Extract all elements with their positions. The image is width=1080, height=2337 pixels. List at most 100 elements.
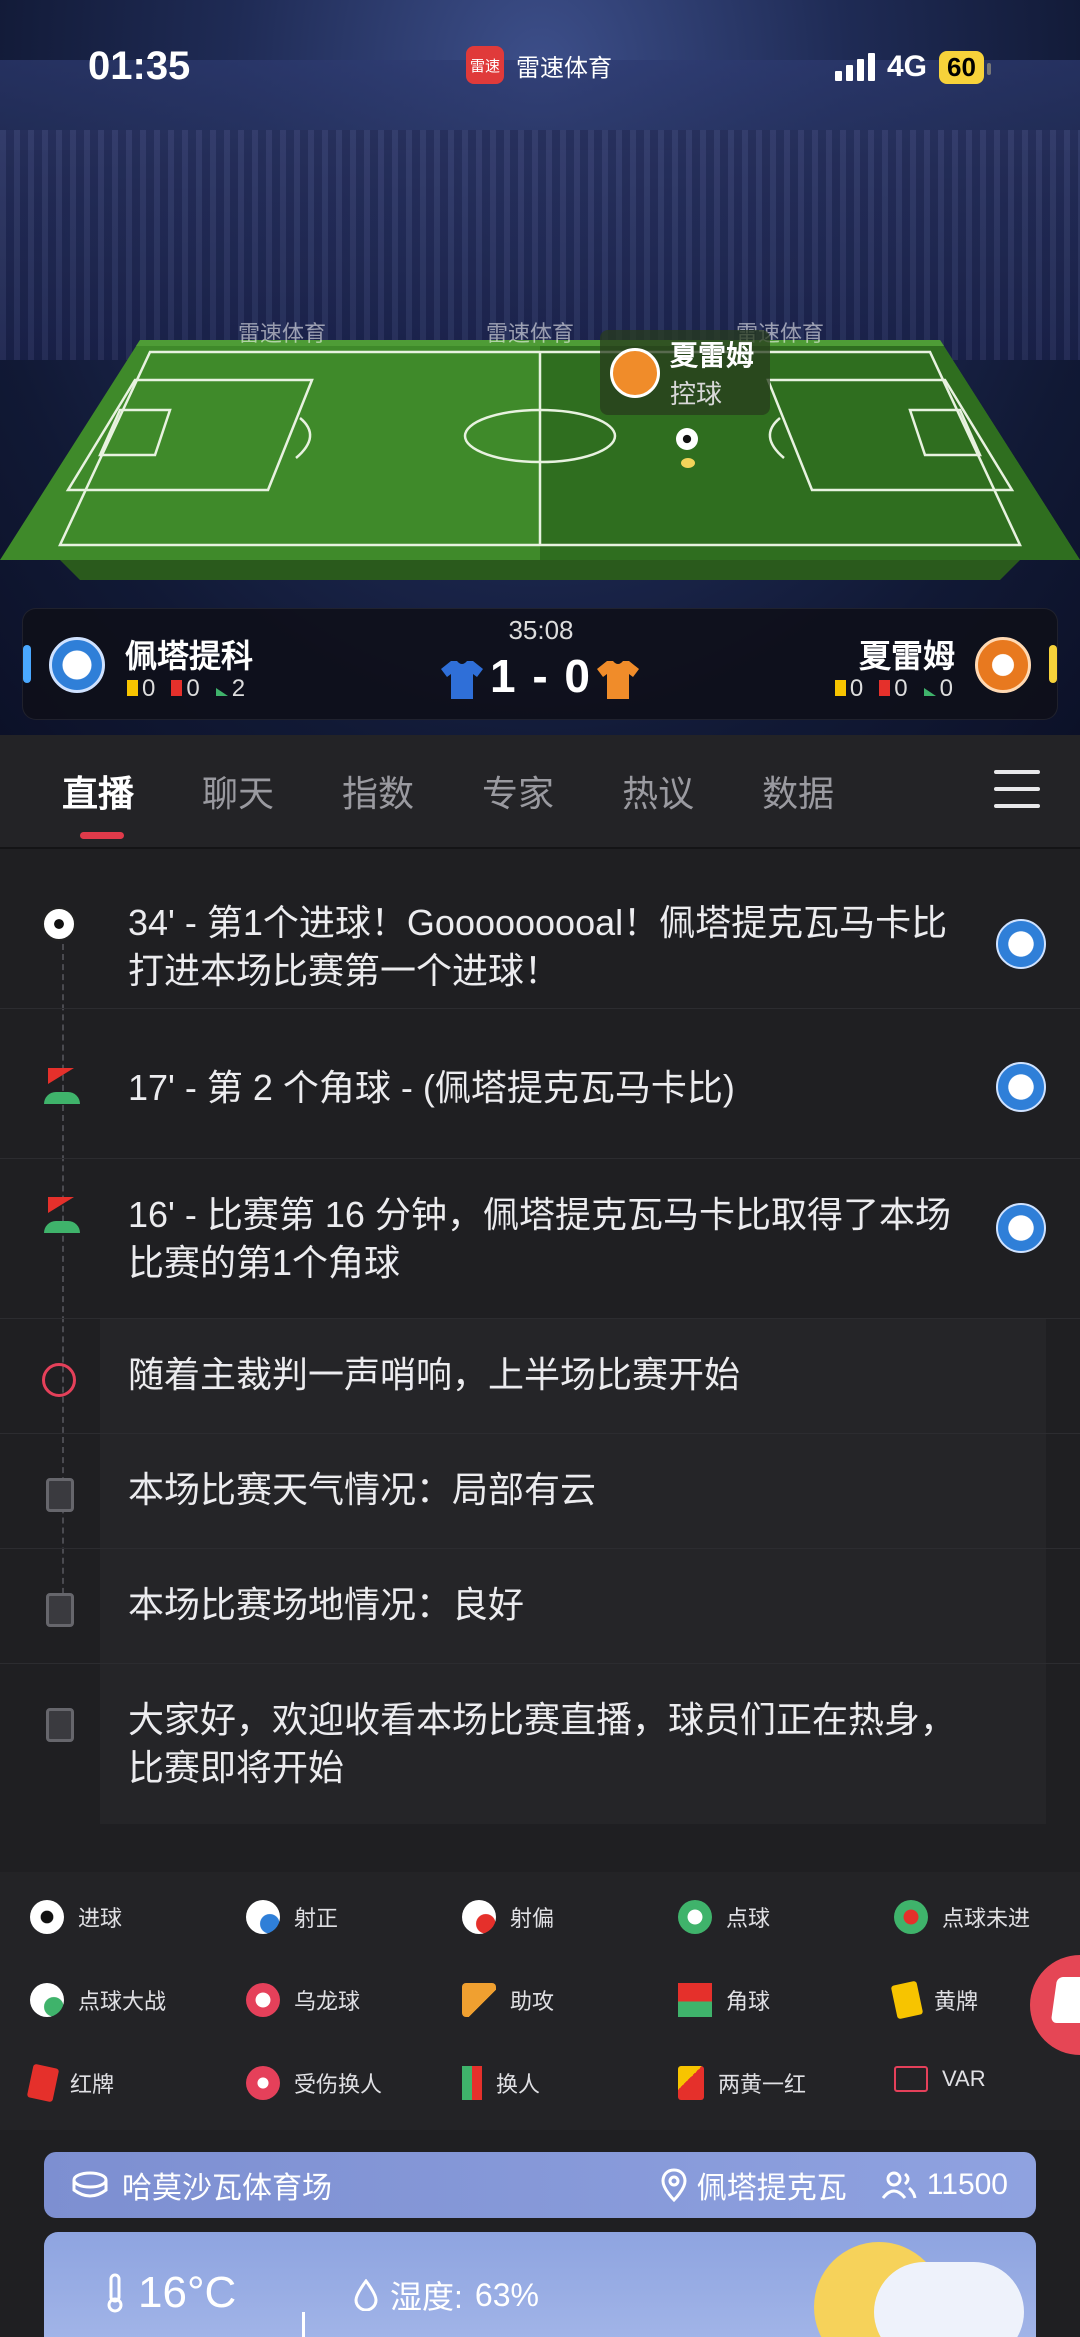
event-text: 16' - 比赛第 16 分钟，佩塔提克瓦马卡比取得了本场比赛的第1个角球 <box>128 1194 951 1283</box>
legend-shot-off-target: 射偏 <box>462 1900 554 1934</box>
event-item: 本场比赛天气情况：局部有云 <box>0 1434 1080 1549</box>
event-text: 34' - 第1个进球！Gooooooooal！佩塔提克瓦马卡比打进本场比赛第一… <box>128 902 948 991</box>
event-item: 34' - 第1个进球！Gooooooooal！佩塔提克瓦马卡比打进本场比赛第一… <box>0 889 1080 1009</box>
venue-stadium: 哈莫沙瓦体育场 <box>72 2163 332 2207</box>
event-text: 本场比赛场地情况：良好 <box>128 1584 525 1625</box>
status-app: 雷速 雷速体育 <box>466 46 612 84</box>
event-item: 17' - 第 2 个角球 - (佩塔提克瓦马卡比) <box>0 1024 1080 1159</box>
battery-icon: 60 <box>939 50 991 84</box>
venue-bar: 哈莫沙瓦体育场 佩塔提克瓦 11500 <box>44 2152 1036 2218</box>
away-yellow: 0 <box>834 675 863 703</box>
weather-humidity: 湿度: 63% <box>354 2272 539 2318</box>
event-item: 16' - 比赛第 16 分钟，佩塔提克瓦马卡比取得了本场比赛的第1个角球 <box>0 1159 1080 1319</box>
event-item: 大家好，欢迎收看本场比赛直播，球员们正在热身，比赛即将开始 <box>0 1664 1080 1824</box>
pen-icon <box>1050 1977 1080 2023</box>
clipboard-icon <box>46 1478 74 1512</box>
away-shirt-icon <box>597 661 639 699</box>
tab-odds[interactable]: 指数 <box>342 765 414 817</box>
weather-divider <box>302 2312 305 2337</box>
legend-goal: 进球 <box>30 1900 122 1934</box>
legend-shot-on-target: 射正 <box>246 1900 338 1934</box>
tab-chat[interactable]: 聊天 <box>202 765 274 817</box>
tab-experts[interactable]: 专家 <box>482 765 554 817</box>
second-yellow-icon <box>678 2066 704 2100</box>
cloud-icon <box>874 2262 1024 2337</box>
injury-sub-icon <box>246 2066 280 2100</box>
shot-on-target-icon <box>246 1900 280 1934</box>
event-item: 本场比赛场地情况：良好 <box>0 1549 1080 1664</box>
away-corners: 0 <box>923 675 953 703</box>
legend-assist: 助攻 <box>462 1983 554 2017</box>
legend-own-goal: 乌龙球 <box>246 1983 360 2017</box>
goal-icon <box>30 1900 64 1934</box>
assist-icon <box>462 1983 496 2017</box>
tab-stats[interactable]: 数据 <box>762 765 834 817</box>
event-text: 大家好，欢迎收看本场比赛直播，球员们正在热身，比赛即将开始 <box>128 1699 957 1788</box>
away-team-stats: 0 0 0 <box>834 675 953 703</box>
ball-marker <box>681 458 695 468</box>
event-item: 随着主裁判一声哨响，上半场比赛开始 <box>0 1319 1080 1434</box>
status-app-name: 雷速体育 <box>516 54 612 82</box>
ad-board-1: 雷速体育 <box>238 321 327 346</box>
corner-icon <box>44 1197 80 1233</box>
event-legend: 进球 射正 射偏 点球 点球未进 点球大战 乌龙球 助攻 角球 黄牌 红牌 受伤… <box>0 1872 1080 2130</box>
network-type: 4G <box>887 50 928 83</box>
location-icon <box>661 2168 687 2202</box>
possession-team: 夏雷姆 <box>670 340 755 371</box>
legend-injury-sub: 受伤换人 <box>246 2066 382 2100</box>
goal-icon <box>42 907 76 941</box>
corner-icon <box>44 1068 80 1104</box>
possession-text: 夏雷姆 控球 <box>670 334 754 411</box>
legend-corner: 角球 <box>678 1983 770 2017</box>
event-text: 随着主裁判一声哨响，上半场比赛开始 <box>128 1354 741 1395</box>
var-icon <box>894 2066 928 2092</box>
match-live-page: 雷速体育 雷速体育 雷速体育 01:35 雷速 雷速体育 4G 60 夏雷姆 控… <box>0 0 1080 2337</box>
stadium-icon <box>72 2171 108 2198</box>
away-team-badge-icon <box>975 637 1031 693</box>
ball-icon <box>676 428 698 450</box>
clipboard-icon <box>46 1708 74 1742</box>
legend-second-yellow: 两黄一红 <box>678 2066 806 2100</box>
home-team-badge-icon <box>996 919 1046 969</box>
venue-details: 佩塔提克瓦 11500 <box>661 2163 1008 2207</box>
legend-penalty-shootout: 点球大战 <box>30 1983 166 2017</box>
home-team-badge-icon <box>996 1203 1046 1253</box>
red-card-icon <box>26 2063 60 2103</box>
tab-discussion[interactable]: 热议 <box>622 765 694 817</box>
penalty-missed-icon <box>894 1900 928 1934</box>
possession-tag: 夏雷姆 控球 <box>600 330 770 415</box>
stadium-header: 雷速体育 雷速体育 雷速体育 01:35 雷速 雷速体育 4G 60 夏雷姆 控… <box>0 0 1080 735</box>
shot-off-target-icon <box>462 1900 496 1934</box>
corner-icon <box>678 1983 712 2017</box>
whistle-icon <box>42 1363 76 1397</box>
penalty-shootout-icon <box>30 1983 64 2017</box>
own-goal-icon <box>246 1983 280 2017</box>
thermometer-icon <box>107 2273 123 2313</box>
home-team-badge-icon <box>996 1062 1046 1112</box>
venue-city: 佩塔提克瓦 <box>661 2163 847 2207</box>
away-red: 0 <box>879 675 908 703</box>
live-events-list: 34' - 第1个进球！Gooooooooal！佩塔提克瓦马卡比打进本场比赛第一… <box>0 849 1080 1859</box>
substitution-icon <box>462 2066 482 2100</box>
legend-substitution: 换人 <box>462 2066 540 2100</box>
legend-red-card: 红牌 <box>26 2063 114 2103</box>
legend-penalty: 点球 <box>678 1900 770 1934</box>
app-logo-icon: 雷速 <box>466 46 504 84</box>
tab-live[interactable]: 直播 <box>62 765 134 839</box>
event-text: 本场比赛天气情况：局部有云 <box>128 1469 597 1510</box>
legend-yellow-card: 黄牌 <box>890 1980 978 2020</box>
people-icon <box>881 2171 917 2199</box>
event-text: 17' - 第 2 个角球 - (佩塔提克瓦马卡比) <box>128 1067 735 1108</box>
stadium-name: 哈莫沙瓦体育场 <box>122 2172 332 2205</box>
venue-capacity: 11500 <box>881 2168 1008 2202</box>
clipboard-icon <box>46 1593 74 1627</box>
ad-board-2: 雷速体育 <box>486 321 575 346</box>
weather-temperature: 16°C <box>104 2268 236 2318</box>
away-team-name: 夏雷姆 <box>858 638 955 674</box>
possession-label: 控球 <box>670 379 723 409</box>
menu-icon[interactable] <box>994 770 1040 808</box>
penalty-icon <box>678 1900 712 1934</box>
humidity-icon <box>354 2279 378 2311</box>
legend-penalty-missed: 点球未进 <box>894 1900 1030 1934</box>
scoreboard[interactable]: 佩塔提科 0 0 2 35:08 1 - 0 夏雷姆 0 0 0 <box>22 608 1058 720</box>
